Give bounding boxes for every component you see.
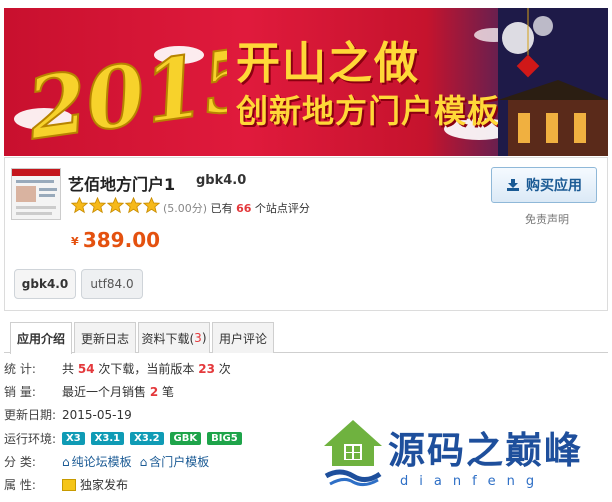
update-date: 2015-05-19	[62, 407, 132, 422]
star-icon	[125, 197, 142, 214]
rating-suffix: 个站点评分	[254, 202, 310, 215]
star-icon	[107, 197, 124, 214]
year-2015-graphic: 2015	[22, 38, 227, 143]
env-label: 运行环境:	[4, 432, 57, 446]
sales-pre: 最近一个月销售	[62, 385, 147, 399]
category-text: 纯论坛模板	[71, 455, 132, 469]
sales-label: 销 量:	[4, 385, 36, 399]
update-date-row: 更新日期: 2015-05-19	[4, 406, 132, 423]
version-gbk-button[interactable]: gbk4.0	[14, 269, 76, 299]
env-badge: BIG5	[207, 432, 242, 445]
env-badge: GBK	[169, 432, 202, 445]
rating-prefix: 已有	[210, 202, 233, 215]
tab-label: 资料下载(	[141, 331, 195, 346]
product-card: 艺佰地方门户1 gbk4.0 (5.00分) 已有 66 个站点评分 ¥ 389…	[4, 157, 608, 311]
star-icon	[71, 197, 88, 214]
stats-pre: 共	[62, 362, 75, 376]
stats-label: 统 计:	[4, 362, 36, 376]
download-count: 54	[77, 361, 95, 376]
product-thumbnail[interactable]	[11, 168, 61, 220]
category-link[interactable]: ⌂ 纯论坛模板	[62, 453, 132, 470]
sales-row: 销 量: 最近一个月销售 2 笔	[4, 383, 174, 400]
buy-app-button[interactable]: 购买应用	[491, 167, 597, 203]
tab-label: 应用介绍	[16, 332, 65, 346]
attr-value: 独家发布	[80, 478, 129, 492]
slogan-line1: 开山之做	[236, 38, 420, 89]
price-value: 389.00	[82, 228, 161, 252]
rating-summary: (5.00分) 已有 66 个站点评分	[163, 200, 310, 216]
watermark-text: 源码之巅峰	[388, 429, 583, 472]
star-icon	[89, 197, 106, 214]
disclaimer-link[interactable]: 免责声明	[525, 211, 569, 227]
product-version: gbk4.0	[196, 173, 247, 188]
exclusive-badge-icon	[62, 478, 76, 491]
env-badge: X3.2	[130, 432, 164, 445]
sales-count: 2	[149, 384, 159, 399]
version-utf8-button[interactable]: utf84.0	[81, 269, 143, 299]
star-icon	[143, 197, 160, 214]
download-icon	[507, 179, 519, 191]
current-version-downloads: 23	[198, 361, 215, 376]
stats-mid: 次下载，当前版本	[98, 362, 195, 376]
product-price: ¥ 389.00	[71, 228, 160, 252]
site-watermark: 源码之巅峰 dianfeng	[322, 418, 612, 502]
category-text: 含门户模板	[149, 455, 210, 469]
category-row: 分 类: ⌂ 纯论坛模板 ⌂ 含门户模板	[4, 453, 217, 470]
sales-end: 笔	[162, 385, 175, 399]
lantern-scene-graphic	[498, 8, 608, 156]
tab-label: 更新日志	[80, 331, 129, 346]
price-symbol: ¥	[71, 235, 79, 248]
tab-label: 用户评论	[218, 331, 267, 346]
environment-row: 运行环境: X3 X3.1 X3.2 GBK BIG5	[4, 430, 248, 447]
attr-label: 属 性:	[4, 478, 36, 492]
rating-count: 66	[236, 202, 252, 215]
tag-icon: ⌂	[139, 454, 148, 469]
stats-row: 统 计: 共 54 次下载，当前版本 23 次	[4, 360, 231, 377]
tab-changelog[interactable]: 更新日志	[74, 322, 136, 353]
tab-count: 3	[194, 331, 202, 345]
buy-button-label: 购买应用	[526, 178, 582, 194]
category-link[interactable]: ⌂ 含门户模板	[140, 453, 210, 470]
rating-score: (5.00分)	[163, 202, 208, 215]
date-label: 更新日期:	[4, 408, 57, 422]
stats-end: 次	[218, 362, 231, 376]
watermark-subtext: dianfeng	[400, 474, 546, 489]
env-badge: X3.1	[90, 432, 125, 445]
env-badge: X3	[62, 432, 85, 445]
slogan-line2: 创新地方门户模板	[236, 92, 501, 130]
product-name: 艺佰地方门户1	[68, 175, 176, 194]
tab-downloads[interactable]: 资料下载(3)	[138, 322, 210, 353]
category-label: 分 类:	[4, 455, 36, 469]
detail-tabs: 应用介绍 更新日志 资料下载(3) 用户评论	[4, 322, 608, 354]
house-handshake-icon	[324, 420, 382, 487]
tab-user-reviews[interactable]: 用户评论	[212, 322, 274, 353]
attribute-row: 属 性: 独家发布	[4, 476, 128, 493]
tag-icon: ⌂	[62, 454, 70, 469]
promo-banner[interactable]: 2015 开山之做 创新地方门户模板	[4, 8, 608, 156]
rating-stars	[71, 197, 160, 214]
year-text: 2015	[22, 38, 227, 143]
tab-app-intro[interactable]: 应用介绍	[10, 322, 72, 354]
banner-slogan: 开山之做 创新地方门户模板	[236, 38, 500, 132]
